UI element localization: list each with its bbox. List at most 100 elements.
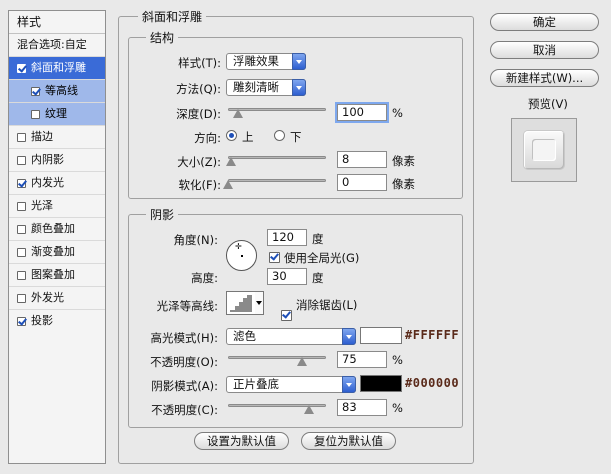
chevron-down-icon	[342, 376, 356, 393]
style-item-satin[interactable]: 光泽	[9, 195, 105, 218]
style-item-label: 光泽	[31, 199, 53, 212]
altitude-input[interactable]: 30	[267, 268, 307, 285]
style-select-value: 浮雕效果	[233, 54, 279, 68]
ok-button[interactable]: 确定	[490, 13, 599, 31]
size-slider[interactable]	[228, 156, 326, 159]
style-preview-thumbnail	[511, 118, 577, 182]
styles-list-panel: 样式 混合选项:自定 斜面和浮雕 等高线 纹理 描边 内阴影 内发光 光泽 颜色…	[8, 10, 106, 464]
shadow-color-hex: #000000	[405, 376, 460, 390]
chevron-down-icon[interactable]	[255, 291, 264, 315]
size-input[interactable]: 8	[337, 151, 387, 168]
angle-unit: 度	[312, 232, 324, 246]
chevron-down-icon	[342, 328, 356, 345]
direction-label: 方向:	[194, 131, 221, 145]
soften-slider[interactable]	[228, 179, 326, 182]
inner-shadow-checkbox[interactable]	[17, 155, 26, 165]
highlight-opacity-input[interactable]: 75	[337, 351, 387, 368]
soften-input[interactable]: 0	[337, 174, 387, 191]
chevron-down-icon	[292, 79, 306, 96]
angle-input[interactable]: 120	[267, 229, 307, 246]
color-overlay-checkbox[interactable]	[17, 224, 26, 234]
highlight-opacity-thumb[interactable]	[296, 357, 307, 366]
contour-curve-icon	[230, 295, 252, 312]
style-item-drop-shadow[interactable]: 投影	[9, 310, 105, 332]
depth-input[interactable]: 100	[335, 102, 389, 123]
direction-up-radio[interactable]	[226, 130, 237, 141]
style-item-outer-glow[interactable]: 外发光	[9, 287, 105, 310]
shadow-mode-select[interactable]: 正片叠底	[226, 376, 356, 393]
chevron-down-icon	[292, 53, 306, 70]
style-item-contour[interactable]: 等高线	[9, 80, 105, 103]
shadow-mode-label: 阴影模式(A):	[151, 379, 218, 393]
cancel-button[interactable]: 取消	[490, 41, 599, 59]
highlight-opacity-slider[interactable]	[228, 356, 326, 359]
shadow-opacity-unit: %	[392, 401, 403, 415]
size-label: 大小(Z):	[177, 155, 221, 169]
style-item-color-overlay[interactable]: 颜色叠加	[9, 218, 105, 241]
shadow-color-swatch[interactable]	[360, 375, 402, 392]
depth-slider-thumb[interactable]	[232, 109, 243, 118]
reset-default-button[interactable]: 复位为默认值	[301, 432, 396, 450]
style-select[interactable]: 浮雕效果	[226, 53, 306, 70]
style-item-stroke[interactable]: 描边	[9, 126, 105, 149]
altitude-label: 高度:	[191, 271, 218, 285]
highlight-mode-value: 滤色	[233, 329, 256, 343]
highlight-color-hex: #FFFFFF	[405, 328, 460, 342]
global-light-checkbox[interactable]	[269, 252, 280, 263]
shadow-opacity-input[interactable]: 83	[337, 399, 387, 416]
highlight-mode-label: 高光模式(H):	[150, 331, 219, 345]
style-item-bevel-emboss[interactable]: 斜面和浮雕	[9, 57, 105, 80]
style-item-label: 颜色叠加	[31, 222, 75, 235]
inner-glow-checkbox[interactable]	[17, 178, 26, 188]
technique-label: 方法(Q):	[176, 82, 221, 96]
shadow-mode-value: 正片叠底	[233, 377, 279, 391]
style-item-label: 纹理	[45, 107, 67, 120]
style-item-label: 图案叠加	[31, 268, 75, 281]
make-default-button[interactable]: 设置为默认值	[194, 432, 289, 450]
pattern-overlay-checkbox[interactable]	[17, 270, 26, 280]
style-item-pattern-overlay[interactable]: 图案叠加	[9, 264, 105, 287]
style-item-label: 描边	[31, 130, 53, 143]
technique-select[interactable]: 雕刻清晰	[226, 79, 306, 96]
styles-header[interactable]: 样式	[9, 11, 105, 34]
gradient-overlay-checkbox[interactable]	[17, 247, 26, 257]
technique-select-value: 雕刻清晰	[233, 80, 279, 94]
soften-slider-thumb[interactable]	[223, 180, 233, 189]
size-slider-thumb[interactable]	[225, 157, 236, 166]
soften-unit: 像素	[392, 177, 415, 191]
style-item-inner-shadow[interactable]: 内阴影	[9, 149, 105, 172]
outer-glow-checkbox[interactable]	[17, 293, 26, 303]
soften-label: 软化(F):	[178, 178, 221, 192]
highlight-opacity-label: 不透明度(O):	[150, 355, 218, 369]
texture-checkbox[interactable]	[31, 109, 40, 119]
style-item-label: 投影	[31, 314, 53, 327]
angle-dial[interactable]: ✛	[226, 240, 257, 271]
style-item-inner-glow[interactable]: 内发光	[9, 172, 105, 195]
angle-label: 角度(N):	[173, 233, 218, 247]
gloss-contour-label: 光泽等高线:	[156, 299, 218, 313]
blending-options-item[interactable]: 混合选项:自定	[9, 34, 105, 57]
style-item-gradient-overlay[interactable]: 渐变叠加	[9, 241, 105, 264]
style-label: 样式(T):	[178, 56, 221, 70]
drop-shadow-checkbox[interactable]	[17, 316, 26, 326]
bevel-emboss-checkbox[interactable]	[17, 63, 26, 73]
style-item-texture[interactable]: 纹理	[9, 103, 105, 126]
depth-label: 深度(D):	[176, 107, 221, 121]
highlight-color-swatch[interactable]	[360, 327, 402, 344]
shadow-opacity-thumb[interactable]	[304, 405, 315, 414]
direction-up-label: 上	[242, 130, 254, 144]
highlight-mode-select[interactable]: 滤色	[226, 328, 356, 345]
bevel-emboss-title: 斜面和浮雕	[138, 8, 207, 25]
angle-center-dot	[241, 255, 243, 257]
direction-down-radio[interactable]	[274, 130, 285, 141]
gloss-contour-picker[interactable]	[226, 291, 264, 315]
contour-checkbox[interactable]	[31, 86, 40, 96]
stroke-checkbox[interactable]	[17, 132, 26, 142]
satin-checkbox[interactable]	[17, 201, 26, 211]
structure-title: 结构	[146, 29, 179, 46]
new-style-button[interactable]: 新建样式(W)...	[490, 69, 599, 87]
altitude-unit: 度	[312, 271, 324, 285]
crosshair-icon: ✛	[235, 242, 242, 251]
style-item-label: 等高线	[45, 84, 78, 97]
anti-aliased-checkbox[interactable]	[281, 310, 292, 321]
